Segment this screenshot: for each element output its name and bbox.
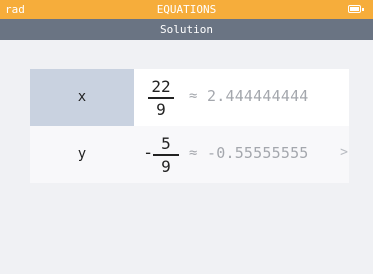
fraction: 5 9 bbox=[151, 134, 181, 176]
page-title: Solution bbox=[0, 19, 373, 40]
fraction-bar bbox=[148, 97, 174, 99]
decimal-value: -0.55555555 bbox=[207, 144, 309, 162]
numerator: 5 bbox=[161, 134, 171, 153]
solution-row-x[interactable]: x 22 9 ≈ 2.444444444 bbox=[30, 69, 349, 126]
variable-cell[interactable]: y bbox=[30, 126, 134, 183]
approx-symbol: ≈ bbox=[189, 88, 198, 104]
denominator: 9 bbox=[156, 99, 166, 119]
fraction-bar bbox=[153, 154, 179, 156]
chevron-right-icon[interactable]: > bbox=[340, 143, 348, 163]
solution-row-y[interactable]: y - 5 9 ≈ -0.55555555 > bbox=[30, 126, 349, 183]
battery-icon bbox=[348, 5, 364, 13]
variable-cell[interactable]: x bbox=[30, 69, 134, 126]
fraction: 22 9 bbox=[146, 77, 176, 119]
denominator: 9 bbox=[161, 156, 171, 176]
solution-table: x 22 9 ≈ 2.444444444 y - 5 9 ≈ -0.555555… bbox=[30, 69, 349, 183]
status-bar: rad EQUATIONS bbox=[0, 0, 373, 19]
value-cell[interactable]: - 5 9 ≈ -0.55555555 > bbox=[134, 126, 349, 183]
app-title: EQUATIONS bbox=[156, 3, 217, 16]
value-cell[interactable]: 22 9 ≈ 2.444444444 bbox=[134, 69, 349, 126]
approx-symbol: ≈ bbox=[189, 145, 198, 161]
numerator: 22 bbox=[151, 77, 171, 96]
decimal-value: 2.444444444 bbox=[207, 87, 309, 105]
